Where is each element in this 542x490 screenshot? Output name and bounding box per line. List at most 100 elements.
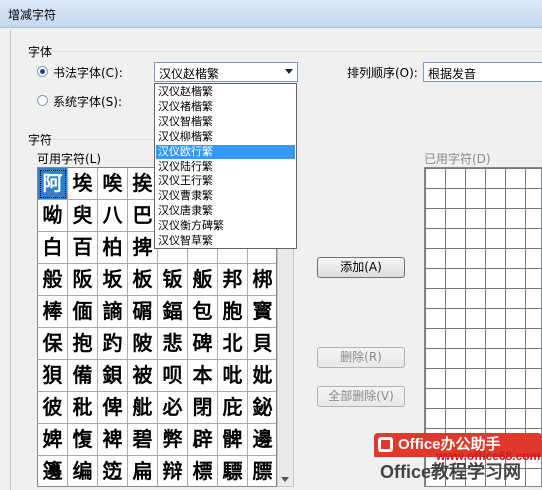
char-cell[interactable]: 呗 [158,360,188,392]
char-cell[interactable]: 白 [38,232,68,264]
char-cell[interactable]: 辩 [158,456,188,486]
calligraphy-font-radio[interactable] [37,66,48,77]
char-cell[interactable]: 彼 [38,392,68,424]
char-cell[interactable]: 钣 [158,264,188,296]
font-dropdown-item[interactable]: 汉仪柳楷繁 [156,130,295,144]
char-cell[interactable]: 笾 [98,456,128,486]
char-cell[interactable]: 寳 [248,296,276,328]
char-cell[interactable]: 陂 [128,328,158,360]
char-cell[interactable]: 庇 [218,392,248,424]
font-combobox-value: 汉仪赵楷繁 [159,67,220,81]
char-cell[interactable]: 扁 [128,456,158,486]
char-cell[interactable]: 埃 [68,168,98,200]
char-cell[interactable]: 趵 [98,328,128,360]
char-cell[interactable]: 阿 [38,168,68,200]
char-cell[interactable]: 碧 [128,424,158,456]
sort-order-combobox[interactable]: 根据发音 [423,62,542,82]
font-dropdown-item[interactable]: 汉仪唐隶繁 [156,204,295,218]
char-cell[interactable]: 弊 [158,424,188,456]
char-cell[interactable]: 狽 [38,360,68,392]
char-cell[interactable]: 籩 [38,456,68,486]
add-button[interactable]: 添加(A) [317,257,405,278]
char-cell[interactable]: 妣 [248,360,276,392]
font-dropdown-item[interactable]: 汉仪衡方碑繁 [156,219,295,233]
char-cell[interactable]: 必 [158,392,188,424]
delete-button[interactable]: 删除(R) [317,347,405,368]
char-cell[interactable]: 裨 [98,424,128,456]
font-dropdown-list[interactable]: 汉仪赵楷繁 汉仪褚楷繁 汉仪智楷繁 汉仪柳楷繁 汉仪欧行繁 汉仪陆行繁 汉仪王行繁 汉仪曹隶繁… [154,83,297,249]
char-cell[interactable]: 般 [38,264,68,296]
char-cell[interactable]: 婢 [38,424,68,456]
char-cell[interactable]: 邦 [218,264,248,296]
office-logo-icon [378,437,393,452]
font-dropdown-item[interactable]: 汉仪智楷繁 [156,115,295,129]
window-title: 增减字符 [8,8,57,22]
char-cell[interactable]: 吡 [218,360,248,392]
font-dropdown-item[interactable]: 汉仪赵楷繁 [156,85,295,99]
chars-group-label: 字符 [28,133,53,147]
char-cell[interactable]: 備 [68,360,98,392]
available-chars-label: 可用字符(L) [37,152,102,166]
char-cell[interactable]: 北 [218,328,248,360]
font-group-label: 字体 [28,45,53,59]
char-cell[interactable]: 胞 [218,296,248,328]
char-cell[interactable]: 碿 [128,296,158,328]
char-cell[interactable]: 包 [188,296,218,328]
char-cell[interactable]: 鉍 [248,392,276,424]
char-cell[interactable]: 八 [98,200,128,232]
system-font-radio[interactable] [37,95,48,106]
char-cell[interactable]: 驃 [218,456,248,486]
font-dropdown-item[interactable]: 汉仪褚楷繁 [156,100,295,114]
char-cell[interactable]: 唉 [98,168,128,200]
char-cell[interactable]: 膘 [248,456,276,486]
char-cell[interactable]: 呦 [38,200,68,232]
char-cell[interactable]: 俾 [98,392,128,424]
char-cell[interactable]: 板 [128,264,158,296]
char-cell[interactable]: 保 [38,328,68,360]
char-cell[interactable]: 愎 [68,424,98,456]
used-chars-label: 已用字符(D) [424,152,491,166]
sort-order-value: 根据发音 [428,67,477,81]
char-cell[interactable]: 鍢 [158,296,188,328]
char-cell[interactable]: 百 [68,232,98,264]
system-font-label[interactable]: 系统字体(S): [53,93,122,110]
char-cell[interactable]: 悲 [158,328,188,360]
char-cell[interactable]: 舨 [188,264,218,296]
char-cell[interactable]: 坂 [98,264,128,296]
char-cell[interactable]: 碑 [188,328,218,360]
char-cell[interactable]: 抱 [68,328,98,360]
chars-group-divider [54,139,154,140]
char-cell[interactable]: 邊 [248,424,276,456]
char-cell[interactable]: 柏 [98,232,128,264]
font-group-divider [54,51,542,52]
char-cell[interactable]: 编 [68,456,98,486]
font-dropdown-item[interactable]: 汉仪陆行繁 [156,160,295,174]
chevron-down-icon[interactable] [285,69,293,74]
char-cell[interactable]: 貝 [248,328,276,360]
sort-order-label: 排列顺序(O): [347,66,418,80]
char-cell[interactable]: 本 [188,360,218,392]
calligraphy-font-label[interactable]: 书法字体(C): [53,64,123,81]
scroll-down-icon[interactable] [281,477,289,482]
char-cell[interactable]: 舭 [128,392,158,424]
font-combobox[interactable]: 汉仪赵楷繁 [154,62,298,82]
font-dropdown-item[interactable]: 汉仪欧行繁 [156,144,295,159]
char-cell[interactable]: 棒 [38,296,68,328]
char-cell[interactable]: 梆 [248,264,276,296]
font-dropdown-item[interactable]: 汉仪王行繁 [156,174,295,188]
char-cell[interactable]: 標 [188,456,218,486]
char-cell[interactable]: 髀 [218,424,248,456]
char-cell[interactable]: 秕 [68,392,98,424]
font-dropdown-item[interactable]: 汉仪智草繁 [156,234,295,248]
char-cell[interactable]: 謪 [98,296,128,328]
char-cell[interactable]: 鋇 [98,360,128,392]
char-cell[interactable]: 阪 [68,264,98,296]
char-cell[interactable]: 閉 [188,392,218,424]
char-cell[interactable]: 偭 [68,296,98,328]
char-cell[interactable]: 被 [128,360,158,392]
watermark-url: www.office68.com [436,449,541,463]
char-cell[interactable]: 臾 [68,200,98,232]
char-cell[interactable]: 辟 [188,424,218,456]
delete-all-button[interactable]: 全部删除(V) [317,386,405,407]
font-dropdown-item[interactable]: 汉仪曹隶繁 [156,189,295,203]
